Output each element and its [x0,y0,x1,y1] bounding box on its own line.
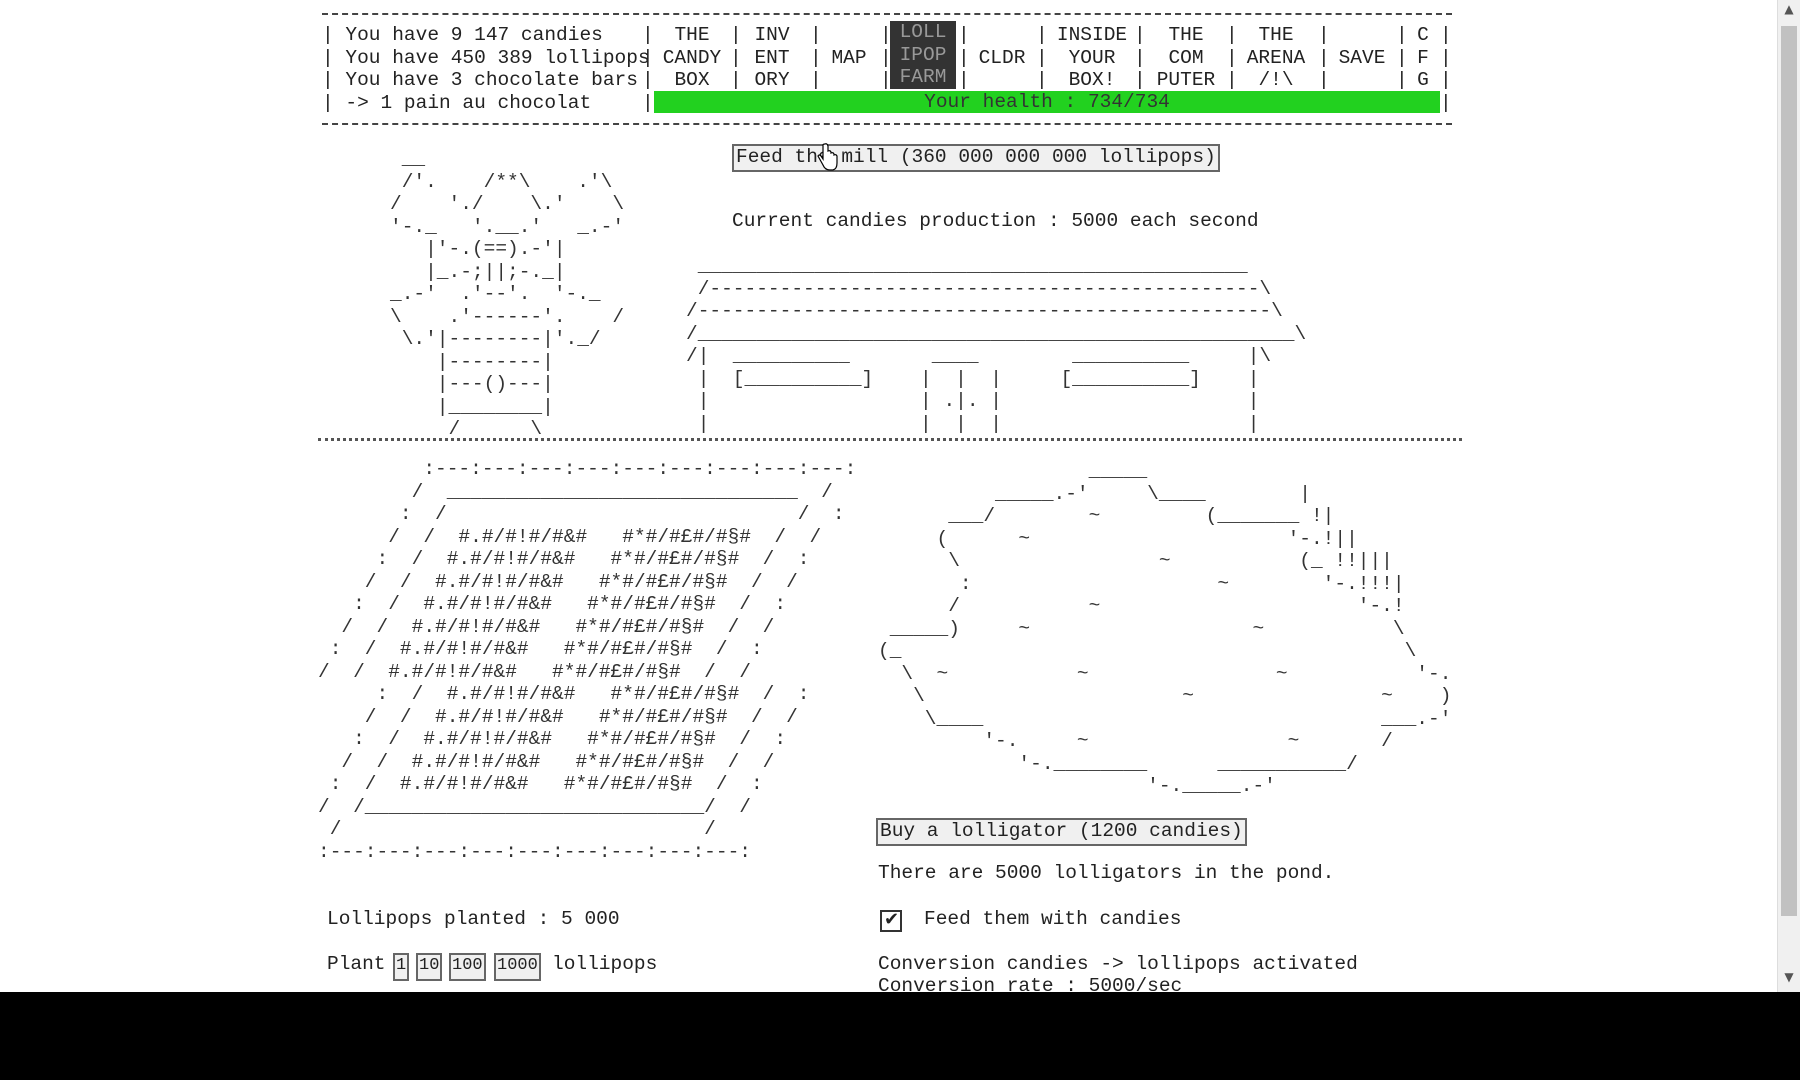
menu-separator: | | | [880,24,892,91]
lollipop-field-ascii-art: :---:---:---:---:---:---:---:---:---: / … [318,458,857,683]
health-text: Your health : 734/734 [924,91,1170,113]
menu-label-line: G [1417,69,1429,91]
menu-label-line: F [1417,46,1429,69]
plant-1-button[interactable]: 1 [393,953,410,981]
menu-separator: | | | [1396,24,1408,91]
menu-label-line: CANDY [662,46,722,69]
menu-separator: | | | [730,24,742,91]
pond-ascii-art: _____ _____.-' \____ | ___/ ~ (_______ !… [878,460,1452,797]
checkmark-icon: ✔ [884,909,900,930]
menu-label-line: THE [674,24,710,46]
plant-100-button[interactable]: 100 [449,953,486,981]
menu-label-line: IPOP [899,43,947,66]
menu-label-line: BOX [674,69,710,91]
lollipops-planted-text: Lollipops planted : 5 000 [327,908,620,930]
lollipop-field-ascii-art-bottom: : / #.#/#!#/#&# #*#/#£#/#§# / : / / #.#/… [318,683,810,863]
candies-count: | You have 9 147 candies [322,24,603,46]
menu-label-line: CLDR [978,46,1026,69]
menu-label-line [1330,69,1394,92]
menu-label-line [1330,24,1394,47]
menu-label-line: INSIDE [1056,24,1128,46]
plant-label: Plant [327,953,386,975]
menu-calendar[interactable]: CLDR [972,24,1032,91]
vertical-scrollbar[interactable]: ▲ ▼ [1777,0,1800,992]
menu-separator: | | | [810,24,822,91]
menu-separator: | | | | [642,24,654,114]
lolligator-count-text: There are 5000 lolligators in the pond. [878,862,1335,884]
mill-ascii-art: __ /'. /**\ .'\ / './ \.' \ '-._ '.__.' … [390,148,625,440]
farm-house-ascii-art: ________________________________________… [686,255,1307,435]
resource-counts: | You have 9 147 candies | You have 450 … [322,24,650,114]
menu-label-line: /!\ [1258,69,1294,91]
menu-label-line: ARENA [1246,46,1306,69]
menu-label-line: PUTER [1156,69,1216,91]
plant-1000-button[interactable]: 1000 [494,953,541,981]
menu-label-line [822,24,876,47]
menu-label-line: C [1417,24,1429,46]
menu-label-line [972,24,1032,47]
menu-candy-box[interactable]: THE CANDY BOX [654,24,730,91]
candies-production-text: Current candies production : 5000 each s… [732,210,1259,232]
menu-separator: | | | [1226,24,1238,91]
scroll-down-icon[interactable]: ▼ [1778,970,1800,990]
menu-inside-your-box[interactable]: INSIDE YOUR BOX! [1052,24,1132,91]
header-bottom-border [322,123,1452,127]
lollipops-count: | You have 450 389 lollipops [322,46,650,69]
menu-label-line: THE [1168,24,1204,46]
menu-map[interactable]: MAP [822,24,876,91]
menu-label-line: BOX! [1068,69,1116,91]
menu-label-line: SAVE [1338,46,1386,69]
menu-label-line: ORY [754,69,790,91]
header-top-border [322,13,1452,17]
menu-separator: | | | [1036,24,1048,91]
menu-label-line: MAP [831,46,867,69]
menu-save[interactable]: SAVE [1330,24,1394,91]
plant-suffix-label: lollipops [552,953,658,975]
section-divider [318,438,1462,441]
menu-separator: | | | [958,24,970,91]
menu-the-arena[interactable]: THE ARENA /!\ [1236,24,1316,91]
menu-label-line: FARM [899,66,947,88]
menu-label-line: COM [1168,46,1204,69]
menu-label-line [972,69,1032,92]
hand-cursor-icon [817,143,838,171]
plant-10-button[interactable]: 10 [416,953,443,981]
buy-lolligator-button[interactable]: Buy a lolligator (1200 candies) [876,818,1247,846]
menu-the-computer[interactable]: THE COM PUTER [1146,24,1226,91]
menu-separator: | | | [1318,24,1330,91]
feed-candies-label: Feed them with candies [924,908,1182,930]
menu-label-line: YOUR [1068,46,1116,69]
menu-separator: | | | | [1440,24,1452,114]
feed-mill-button[interactable]: Feed the mill (360 000 000 000 lollipops… [732,144,1220,172]
scrollbar-thumb[interactable] [1781,26,1797,916]
menu-label-line: LOLL [899,21,947,43]
menu-label-line [822,69,876,92]
health-bar-track: Your health : 734/734 [654,91,1440,113]
pain-au-chocolat-count: | -> 1 pain au chocolat [322,91,592,114]
menu-config[interactable]: C F G [1410,24,1436,91]
chocolate-count: | You have 3 chocolate bars [322,69,638,91]
bottom-black-area [0,992,1800,1080]
menu-label-line: ENT [754,46,790,69]
conversion-status-text: Conversion candies -> lollipops activate… [878,953,1358,975]
scroll-up-icon[interactable]: ▲ [1778,2,1800,22]
menu-separator: | | | [1134,24,1146,91]
menu-label-line: INV [754,24,790,46]
menu-inventory[interactable]: INV ENT ORY [742,24,802,91]
menu-lollipop-farm[interactable]: LOLL IPOP FARM [890,21,956,89]
menu-label-line: THE [1258,24,1294,46]
feed-candies-checkbox[interactable]: ✔ [880,909,902,932]
